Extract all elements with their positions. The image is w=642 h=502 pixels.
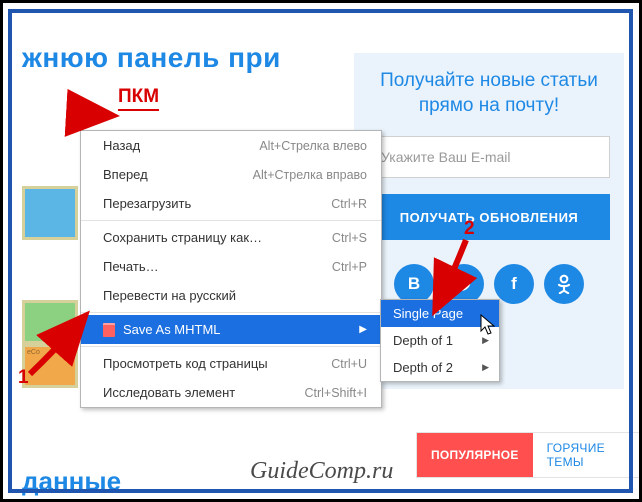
watermark: GuideComp.ru [250, 458, 393, 485]
ctx-save-as[interactable]: Сохранить страницу как…Ctrl+S [81, 223, 381, 252]
subscribe-button[interactable]: ПОЛУЧАТЬ ОБНОВЛЕНИЯ [368, 194, 610, 240]
bottom-tabs: ПОПУЛЯРНОЕ ГОРЯЧИЕ ТЕМЫ [416, 432, 642, 478]
context-menu: НазадAlt+Стрелка влево ВпередAlt+Стрелка… [80, 130, 382, 408]
annotation-step-1: 1 [18, 367, 29, 389]
page-subheading: данные [22, 466, 121, 497]
social-ok-icon[interactable] [544, 264, 584, 304]
ctx-view-source[interactable]: Просмотреть код страницыCtrl+U [81, 349, 381, 378]
ctx-inspect[interactable]: Исследовать элементCtrl+Shift+I [81, 378, 381, 407]
chevron-right-icon: ▶ [482, 362, 489, 373]
ctx-separator [81, 346, 381, 347]
color-swatch-orange: eCo [22, 344, 78, 388]
submenu-depth-2[interactable]: Depth of 2▶ [381, 354, 499, 381]
ctx-translate[interactable]: Перевести на русский [81, 281, 381, 310]
tab-hot-topics[interactable]: ГОРЯЧИЕ ТЕМЫ [533, 433, 641, 477]
submenu-single-page[interactable]: Single Page [381, 300, 499, 327]
social-facebook-icon[interactable]: f [494, 264, 534, 304]
save-mhtml-submenu: Single Page Depth of 1▶ Depth of 2▶ [380, 299, 500, 382]
page-title: жнюю панель при [22, 42, 281, 74]
annotation-pkm: ПКМ [118, 86, 159, 111]
annotation-step-2: 2 [464, 218, 475, 240]
submenu-depth-1[interactable]: Depth of 1▶ [381, 327, 499, 354]
tab-popular[interactable]: ПОПУЛЯРНОЕ [417, 433, 533, 477]
ctx-reload[interactable]: ПерезагрузитьCtrl+R [81, 189, 381, 218]
sidebar-heading: Получайте новые статьи прямо на почту! [368, 69, 610, 118]
chevron-right-icon: ▶ [482, 335, 489, 346]
ctx-save-mhtml[interactable]: Save As MHTML ▶ [81, 315, 381, 344]
document-icon [103, 323, 115, 337]
color-swatch-green [22, 300, 78, 344]
chevron-right-icon: ▶ [359, 324, 367, 335]
ctx-separator [81, 312, 381, 313]
ctx-back[interactable]: НазадAlt+Стрелка влево [81, 131, 381, 160]
color-swatch-blue [22, 186, 78, 240]
email-field[interactable] [368, 136, 610, 178]
ctx-forward[interactable]: ВпередAlt+Стрелка вправо [81, 160, 381, 189]
ctx-print[interactable]: Печать…Ctrl+P [81, 252, 381, 281]
ctx-separator [81, 220, 381, 221]
